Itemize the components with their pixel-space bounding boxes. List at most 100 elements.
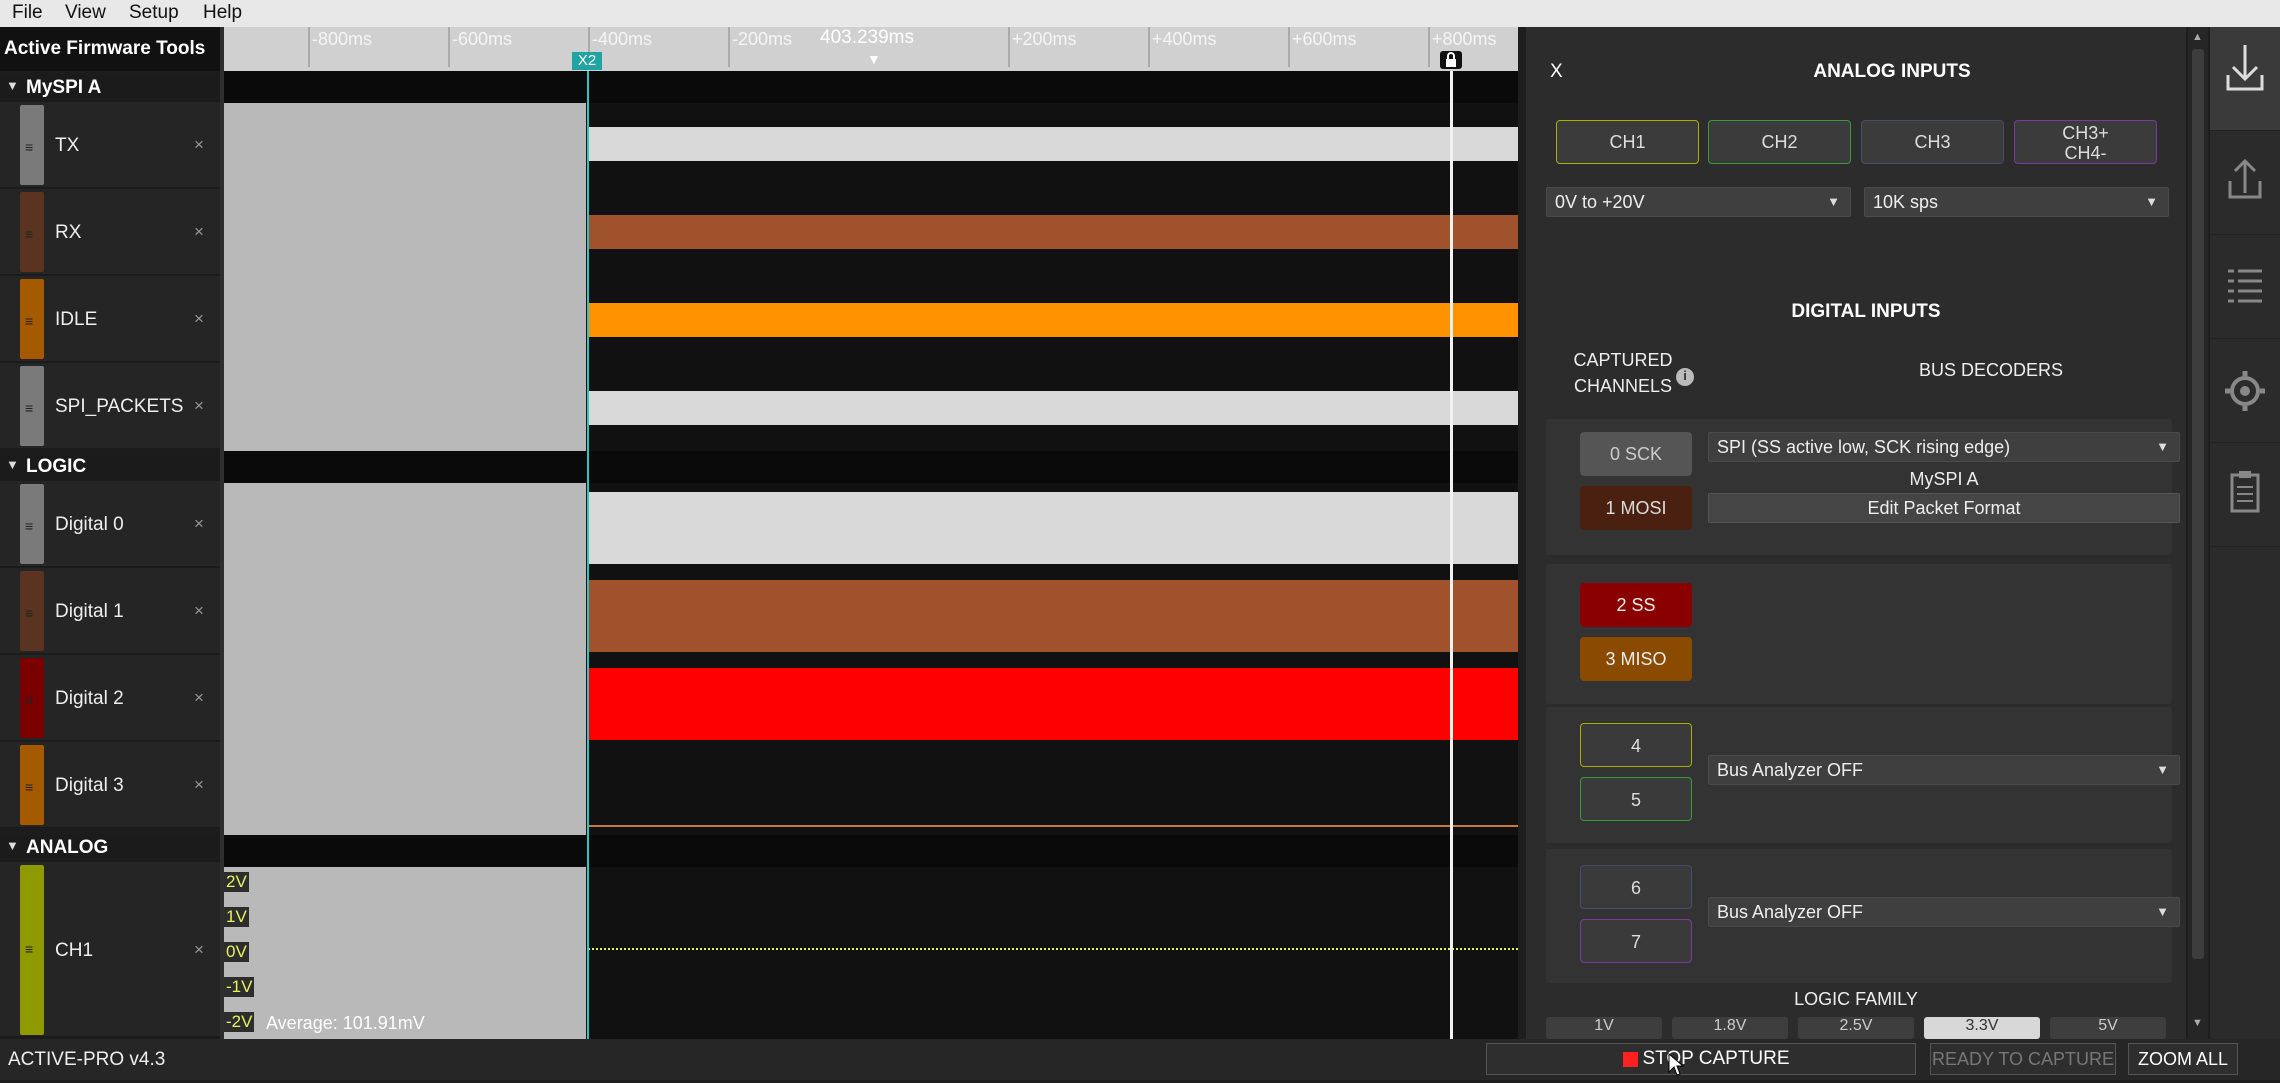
list-view-icon[interactable] bbox=[2210, 235, 2280, 339]
menu-bar: File View Setup Help bbox=[0, 0, 2280, 27]
remove-channel-icon[interactable]: × bbox=[194, 940, 204, 960]
remove-channel-icon[interactable]: × bbox=[194, 222, 204, 242]
menu-help[interactable]: Help bbox=[203, 2, 242, 24]
ready-to-capture-button[interactable]: READY TO CAPTURE bbox=[1930, 1043, 2116, 1075]
time-ruler[interactable]: -800ms -600ms -400ms -200ms +200ms +400m… bbox=[224, 27, 1518, 71]
channel-row-ch1[interactable]: ≡ CH1 × bbox=[0, 862, 220, 1037]
bus-section-4: 6 7 Bus Analyzer OFF ▼ bbox=[1546, 849, 2180, 983]
collapse-triangle-icon[interactable]: ▼ bbox=[6, 838, 19, 853]
logic-family-2-5v[interactable]: 2.5V bbox=[1798, 1017, 1914, 1039]
zoom-all-button[interactable]: ZOOM ALL bbox=[2128, 1043, 2238, 1075]
logic-family-3-3v[interactable]: 3.3V bbox=[1924, 1017, 2040, 1039]
channel-row-digital-2[interactable]: ≡ Digital 2 × bbox=[0, 655, 220, 741]
channel-5-button[interactable]: 5 bbox=[1580, 777, 1692, 821]
scale-label: -1V bbox=[224, 977, 255, 997]
drag-handle-icon[interactable]: ≡ bbox=[20, 192, 44, 272]
center-marker-icon: ▼ bbox=[867, 51, 881, 67]
sample-rate-select[interactable]: 10K sps ▼ bbox=[1864, 187, 2169, 217]
waveform-plot[interactable]: 2V 1V 0V -1V -2V Average: 101.91mV bbox=[224, 71, 1518, 1039]
channel-row-tx[interactable]: ≡ TX × bbox=[0, 102, 220, 188]
drag-handle-icon[interactable]: ≡ bbox=[20, 484, 44, 564]
logic-family-5v[interactable]: 5V bbox=[2050, 1017, 2166, 1039]
marker-line[interactable] bbox=[1450, 71, 1453, 1039]
channel-label: CH1 bbox=[55, 940, 94, 961]
channel-3-miso-button[interactable]: 3 MISO bbox=[1580, 637, 1692, 681]
drag-handle-icon[interactable]: ≡ bbox=[20, 105, 44, 185]
drag-handle-icon[interactable]: ≡ bbox=[20, 571, 44, 651]
edit-packet-format-button[interactable]: Edit Packet Format bbox=[1708, 493, 2180, 523]
remove-channel-icon[interactable]: × bbox=[194, 396, 204, 416]
remove-channel-icon[interactable]: × bbox=[194, 309, 204, 329]
channel-label: TX bbox=[55, 135, 80, 156]
channel-0-sck-button[interactable]: 0 SCK bbox=[1580, 432, 1692, 476]
analog-ch1-button[interactable]: CH1 bbox=[1556, 120, 1699, 164]
stop-capture-button[interactable]: STOP CAPTURE bbox=[1486, 1043, 1916, 1075]
remove-channel-icon[interactable]: × bbox=[194, 514, 204, 534]
drag-handle-icon[interactable]: ≡ bbox=[20, 366, 44, 446]
analog-ch3-ch4-button[interactable]: CH3+ CH4- bbox=[2014, 120, 2157, 164]
channel-row-rx[interactable]: ≡ RX × bbox=[0, 189, 220, 275]
tick-label: -200ms bbox=[732, 29, 793, 49]
channel-label: Digital 2 bbox=[55, 688, 124, 709]
capture-download-icon[interactable] bbox=[2210, 27, 2280, 131]
menu-file[interactable]: File bbox=[12, 2, 43, 24]
channel-row-idle[interactable]: ≡ IDLE × bbox=[0, 276, 220, 362]
settings-panel: X ANALOG INPUTS CH1 CH2 CH3 CH3+ CH4- 0V… bbox=[1526, 27, 2186, 1039]
analog-ch2-button[interactable]: CH2 bbox=[1708, 120, 1851, 164]
bus-name: MySPI A bbox=[1909, 469, 1979, 489]
group-header-analog[interactable]: ▼ ANALOG bbox=[0, 835, 220, 861]
analog-ch3-button[interactable]: CH3 bbox=[1861, 120, 2004, 164]
collapse-triangle-icon[interactable]: ▼ bbox=[6, 457, 19, 472]
channel-1-mosi-button[interactable]: 1 MOSI bbox=[1580, 486, 1692, 530]
menu-view[interactable]: View bbox=[65, 2, 106, 24]
collapse-triangle-icon[interactable]: ▼ bbox=[6, 78, 19, 93]
info-icon[interactable]: i bbox=[1676, 368, 1694, 386]
tick-label: -800ms bbox=[312, 29, 373, 49]
clipboard-icon[interactable] bbox=[2210, 443, 2280, 547]
cursor-x2-line[interactable] bbox=[587, 71, 589, 1039]
drag-handle-icon[interactable]: ≡ bbox=[20, 658, 44, 738]
trace-digital-2 bbox=[588, 668, 1518, 740]
remove-channel-icon[interactable]: × bbox=[194, 688, 204, 708]
trace-digital-3 bbox=[588, 825, 1518, 827]
channel-4-button[interactable]: 4 bbox=[1580, 723, 1692, 767]
logic-family-1v[interactable]: 1V bbox=[1546, 1017, 1662, 1039]
remove-channel-icon[interactable]: × bbox=[194, 775, 204, 795]
decoder-select-1[interactable]: SPI (SS active low, SCK rising edge) ▼ bbox=[1708, 432, 2180, 462]
logic-family-1-8v[interactable]: 1.8V bbox=[1672, 1017, 1788, 1039]
drag-handle-icon[interactable]: ≡ bbox=[20, 865, 44, 1035]
drag-handle-icon[interactable]: ≡ bbox=[20, 279, 44, 359]
channel-row-digital-0[interactable]: ≡ Digital 0 × bbox=[0, 481, 220, 567]
group-header-logic[interactable]: ▼ LOGIC bbox=[0, 454, 220, 480]
panel-scrollbar[interactable]: ▲ ▼ bbox=[2188, 27, 2208, 1039]
drag-handle-icon[interactable]: ≡ bbox=[20, 745, 44, 825]
voltage-range-select[interactable]: 0V to +20V ▼ bbox=[1546, 187, 1851, 217]
trace-digital-1 bbox=[588, 580, 1518, 652]
channel-row-digital-3[interactable]: ≡ Digital 3 × bbox=[0, 742, 220, 828]
channel-list: ▼ MySPI A ≡ TX × ≡ RX × ≡ IDLE × ≡ SPI_P… bbox=[0, 71, 222, 1039]
cursor-x2-label[interactable]: X2 bbox=[572, 52, 602, 70]
lock-icon[interactable] bbox=[1440, 51, 1462, 69]
export-upload-icon[interactable] bbox=[2210, 131, 2280, 235]
trace-digital-0 bbox=[588, 492, 1518, 564]
channel-row-spi-packets[interactable]: ≡ SPI_PACKETS × bbox=[0, 363, 220, 449]
decoder-select-3[interactable]: Bus Analyzer OFF ▼ bbox=[1708, 755, 2180, 785]
channel-7-button[interactable]: 7 bbox=[1580, 919, 1692, 963]
gear-icon[interactable] bbox=[2210, 339, 2280, 443]
group-header-myspi[interactable]: ▼ MySPI A bbox=[0, 75, 220, 101]
analog-inputs-title: ANALOG INPUTS bbox=[1813, 61, 1971, 82]
close-panel-button[interactable]: X bbox=[1550, 61, 1563, 83]
digital-inputs-title: DIGITAL INPUTS bbox=[1791, 301, 1941, 322]
remove-channel-icon[interactable]: × bbox=[194, 135, 204, 155]
pre-trigger-region bbox=[224, 103, 586, 451]
menu-setup[interactable]: Setup bbox=[129, 2, 179, 24]
channel-row-digital-1[interactable]: ≡ Digital 1 × bbox=[0, 568, 220, 654]
tick-label: +200ms bbox=[1012, 29, 1077, 49]
remove-channel-icon[interactable]: × bbox=[194, 601, 204, 621]
decoder-select-4[interactable]: Bus Analyzer OFF ▼ bbox=[1708, 897, 2180, 927]
trace-spi-packets bbox=[588, 391, 1518, 425]
channel-2-ss-button[interactable]: 2 SS bbox=[1580, 583, 1692, 627]
scale-label: 2V bbox=[224, 872, 249, 892]
channel-6-button[interactable]: 6 bbox=[1580, 865, 1692, 909]
channel-label: RX bbox=[55, 222, 82, 243]
